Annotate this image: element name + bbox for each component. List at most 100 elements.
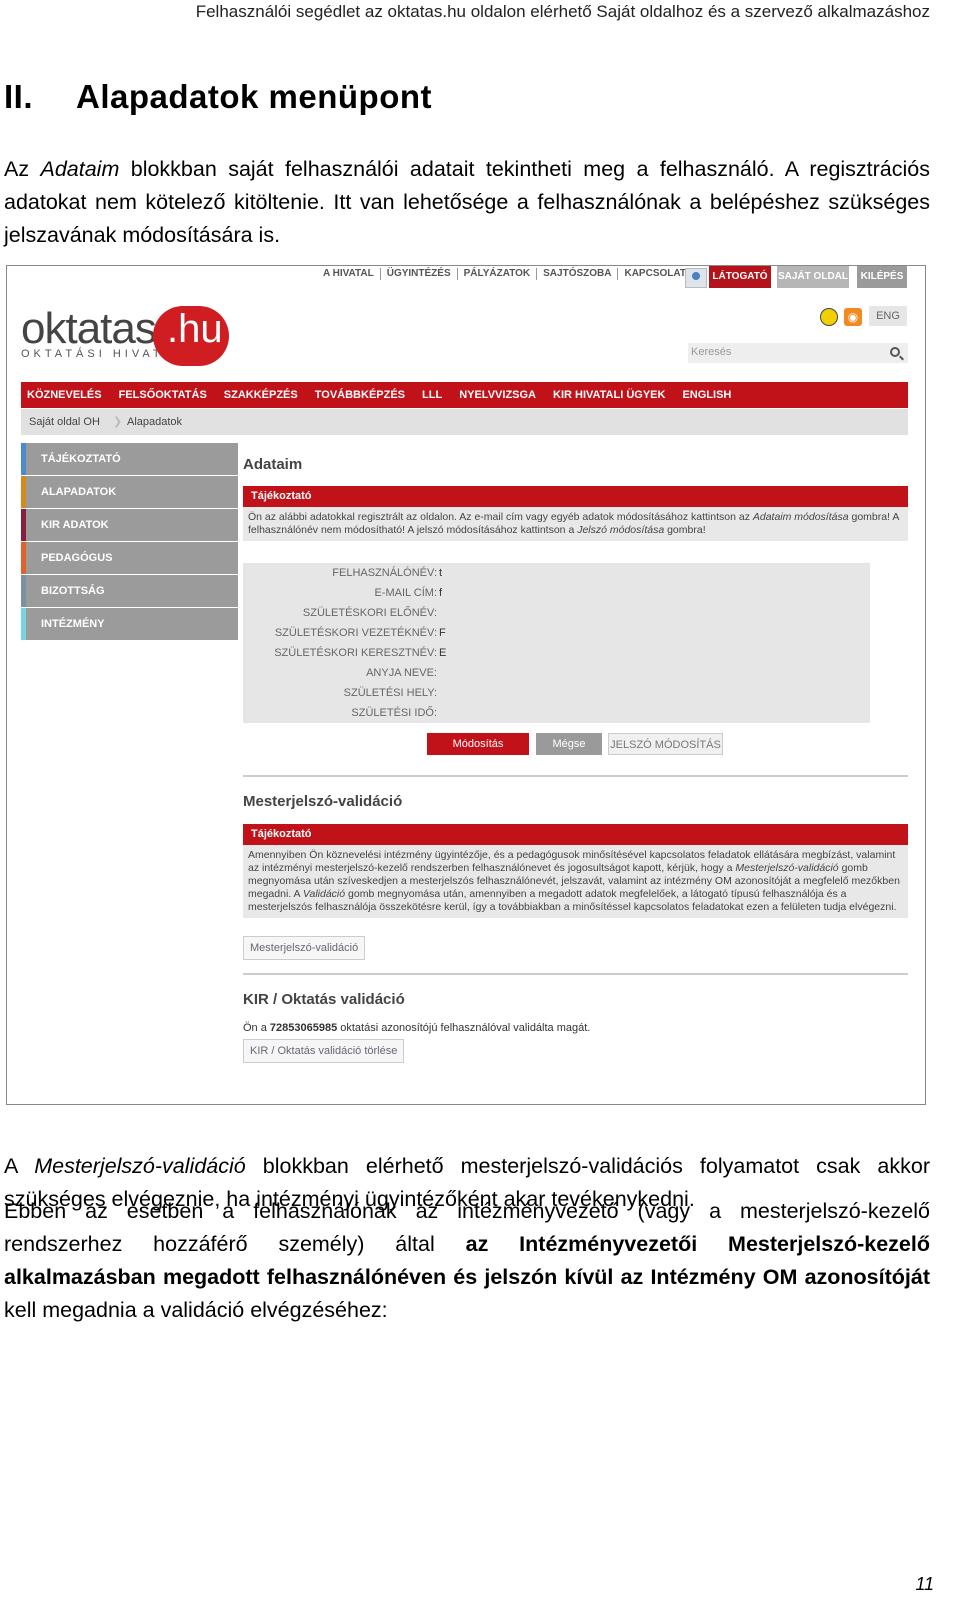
oktatas-hu-logo[interactable]: oktatas .hu OKTATÁSI HIVATAL [21,304,229,366]
logo-hu: .hu [167,307,223,351]
modify-button[interactable]: Módosítás [427,733,529,755]
rss-icon[interactable]: ◉ [844,308,862,326]
form-row: SZÜLETÉSKORI KERESZTNÉV: E [243,643,870,663]
page-number: 11 [915,1574,934,1594]
text-italic: Mesterjelszó-validáció [34,1154,246,1178]
website-screenshot: A HIVATAL ÜGYINTÉZÉS PÁLYÁZATOK SAJTÓSZO… [6,265,926,1105]
info-text: Ön az alábbi adatokkal regisztrált az ol… [243,507,908,541]
top-nav-item[interactable]: A HIVATAL [317,268,381,280]
field-value: E [439,647,447,659]
main-nav-item[interactable]: ENGLISH [682,389,731,401]
kir-validation-title: KIR / Oktatás validáció [243,991,405,1008]
master-password-title: Mesterjelszó-validáció [243,793,403,810]
top-nav: A HIVATAL ÜGYINTÉZÉS PÁLYÁZATOK SAJTÓSZO… [317,268,692,280]
form-row: FELHASZNÁLÓNÉV: t [243,563,870,583]
form-row: SZÜLETÉSI HELY: [243,683,870,703]
top-nav-item[interactable]: PÁLYÁZATOK [458,268,538,280]
main-nav-item[interactable]: KIR HIVATALI ÜGYEK [553,389,665,401]
breadcrumb-separator: ❯ [113,416,123,428]
kir-validation-text: Ön a 72853065985 oktatási azonosítójú fe… [243,1022,908,1034]
text-run: kell megadnia a validáció elvégzéséhez: [4,1298,388,1322]
sidebar-item-tajekoztato[interactable]: TÁJÉKOZTATÓ [21,443,238,475]
main-nav-item[interactable]: KÖZNEVELÉS [27,389,102,401]
search-input[interactable]: Keresés [688,343,908,363]
section-title: II. Alapadatok menüpont [4,78,432,116]
top-nav-item[interactable]: SAJTÓSZOBA [537,268,619,280]
intro-paragraph: Az Adataim blokkban saját felhasználói a… [4,153,930,252]
text-run: Ön a [243,1022,270,1034]
field-label: SZÜLETÉSKORI KERESZTNÉV: [274,647,437,659]
form-row: SZÜLETÉSKORI VEZETÉKNÉV: F [243,623,870,643]
sidebar-item-intezmeny[interactable]: INTÉZMÉNY [21,608,238,640]
field-label: ANYJA NEVE: [366,667,437,679]
main-nav-item[interactable]: SZAKKÉPZÉS [224,389,298,401]
education-id: 72853065985 [269,1022,338,1034]
main-nav-item[interactable]: FELSŐOKTATÁS [119,389,207,401]
info-bar: Tájékoztató [243,486,908,507]
sidebar-item-bizottsag[interactable]: BIZOTTSÁG [21,575,238,607]
master-password-info: Amennyiben Ön köznevelési intézmény ügyi… [243,845,908,918]
cancel-button[interactable]: Mégse [536,733,602,755]
text-italic: Validáció [302,888,346,900]
breadcrumb: Saját oldal OH ❯ Alapadatok [21,409,908,435]
top-nav-item[interactable]: KAPCSOLAT [618,268,691,280]
change-password-button[interactable]: JELSZÓ MÓDOSÍTÁS [608,733,723,755]
field-label: SZÜLETÉSKORI VEZETÉKNÉV: [274,627,437,639]
document-header: Felhasználói segédlet az oktatas.hu olda… [195,2,930,21]
main-nav-item[interactable]: TOVÁBBKÉPZÉS [315,389,405,401]
text-run: Az [4,157,41,181]
text-run: A [4,1154,35,1178]
form-row: SZÜLETÉSKORI ELŐNÉV: [243,603,870,623]
form-row: E-MAIL CÍM: f [243,583,870,603]
text-run: blokkban saját felhasználói adatait teki… [4,157,930,247]
main-nav-item[interactable]: LLL [422,389,442,401]
breadcrumb-item[interactable]: Saját oldal OH [29,409,100,435]
section-title-text: Alapadatok menüpont [76,78,433,115]
divider [243,775,908,777]
text-run: Ön az alábbi adatokkal regisztrált az ol… [248,511,753,523]
adataim-title: Adataim [243,456,303,473]
form-row: ANYJA NEVE: [243,663,870,683]
text-run: gombra! [664,524,706,536]
field-value: F [439,627,446,639]
text-italic: Jelszó módosítása [577,524,665,536]
user-data-form: FELHASZNÁLÓNÉV: t E-MAIL CÍM: f SZÜLETÉSKO… [243,563,870,723]
search-placeholder: Keresés [691,346,732,358]
main-content: Adataim Tájékoztató Ön az alábbi adatokk… [243,443,908,1063]
text-italic: Adataim módosítása [752,511,849,523]
master-password-validation-button[interactable]: Mesterjelszó-validáció [243,936,366,960]
main-nav-item[interactable]: NYELVVIZSGA [459,389,536,401]
field-label: SZÜLETÉSKORI ELŐNÉV: [302,607,437,619]
info-bar: Tájékoztató [243,824,908,845]
field-label: FELHASZNÁLÓNÉV: [332,567,437,579]
sidebar-item-pedagogus[interactable]: PEDAGÓGUS [21,542,238,574]
visitor-button[interactable]: LÁTOGATÓ [709,266,771,288]
text-run: gomb megnyomása után, amennyiben a megad… [248,888,897,913]
text-italic: Mesterjelszó-validáció [735,862,839,874]
section-number: II. [4,78,34,115]
sidebar-item-alapadatok[interactable]: ALAPADATOK [21,476,238,508]
field-label: SZÜLETÉSI IDŐ: [351,707,437,719]
accessibility-icon[interactable] [820,308,838,326]
own-page-button[interactable]: SAJÁT OLDAL [777,266,849,288]
search-icon[interactable] [890,347,900,357]
field-value: t [439,567,443,579]
field-label: SZÜLETÉSI HELY: [343,687,437,699]
field-label: E-MAIL CÍM: [374,587,437,599]
kir-validation-delete-button[interactable]: KIR / Oktatás validáció törlése [243,1039,405,1063]
logout-button[interactable]: KILÉPÉS [857,266,907,288]
form-row: SZÜLETÉSI IDŐ: [243,703,870,723]
validation-paragraph: Ebben az esetben a felhasználónak az int… [4,1195,930,1327]
breadcrumb-item: Alapadatok [127,416,183,428]
form-buttons: Módosítás Mégse JELSZÓ MÓDOSÍTÁS [243,733,908,761]
sidebar: TÁJÉKOZTATÓ ALAPADATOK KIR ADATOK PEDAGÓ… [21,443,238,641]
divider [243,973,908,975]
user-icon[interactable] [685,268,707,288]
text-run: oktatási azonosítójú felhasználóval vali… [337,1022,591,1034]
top-nav-item[interactable]: ÜGYINTÉZÉS [381,268,458,280]
main-nav: KÖZNEVELÉS FELSŐOKTATÁS SZAKKÉPZÉS TOVÁB… [21,382,908,408]
field-value: f [439,587,443,599]
sidebar-item-kir-adatok[interactable]: KIR ADATOK [21,509,238,541]
language-english-button[interactable]: ENG [869,306,907,326]
text-italic: Adataim [40,157,120,181]
